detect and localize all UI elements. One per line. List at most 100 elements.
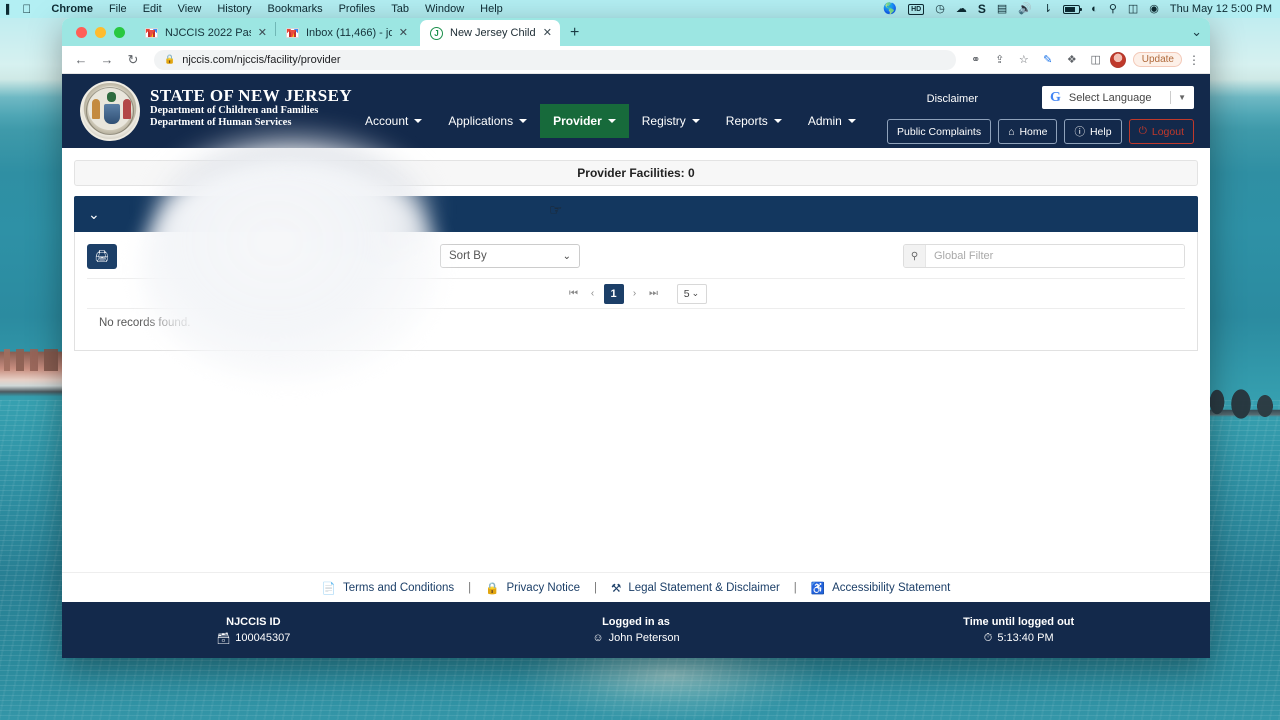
public-complaints-button[interactable]: Public Complaints [887,119,992,144]
nav-item-applications[interactable]: Applications [435,104,540,138]
njccis-icon [430,26,443,40]
bookmark-star-icon[interactable]: ☆ [1014,50,1034,70]
accessibility-statement-link[interactable]: ♿ Accessibility Statement [811,581,951,595]
page-size-select[interactable]: 5 ⌄ [676,283,707,304]
battery-icon[interactable] [1063,4,1083,14]
nav-item-registry[interactable]: Registry [629,104,713,138]
kebab-menu-icon[interactable]: ⋮ [1186,53,1202,67]
password-key-icon[interactable]: ⚭ [966,50,986,70]
side-panel-icon[interactable]: ◫ [1086,50,1106,70]
window-controls [70,27,135,46]
logged-in-title: Logged in as [602,616,670,628]
accessibility-icon: ♿ [810,582,826,595]
facilities-panel-header[interactable]: ⌄ [74,196,1198,232]
new-tab-button[interactable]: + [570,25,579,41]
reload-icon[interactable]: ↻ [122,49,144,71]
header-buttons: Public Complaints ⌂ Home ⓘ Help ⏻ Logout [887,119,1194,144]
globe-icon[interactable]: 🌎 [883,3,897,15]
address-bar-url: njccis.com/njccis/facility/provider [182,53,341,66]
menubar-item-edit[interactable]: Edit [135,3,170,15]
time-machine-icon[interactable]: ◷ [935,3,945,15]
extensions-puzzle-icon[interactable]: ❖ [1062,50,1082,70]
print-icon[interactable]: 🖨 [87,243,117,269]
browser-tabstrip: NJCCIS 2022 Password - emo ✕ Inbox (11,4… [62,18,1210,46]
pagination-next-button[interactable]: › [627,285,643,303]
home-button[interactable]: ⌂ Home [998,119,1058,144]
nav-item-account[interactable]: Account [352,104,435,138]
tabstrip-menu-icon[interactable]: ⌄ [1191,24,1210,46]
sort-by-select[interactable]: Sort By ⌄ [440,244,580,268]
menubar-item-bookmarks[interactable]: Bookmarks [260,3,331,15]
help-button[interactable]: ⓘ Help [1064,119,1122,144]
minimize-window-button[interactable] [95,27,106,38]
pagination-page-1[interactable]: 1 [603,283,624,304]
chevron-down-icon[interactable]: ▼ [1178,93,1186,102]
menubar-item-file[interactable]: File [101,3,135,15]
update-button[interactable]: Update [1132,52,1182,67]
pagination-prev-button[interactable]: ‹ [585,285,601,303]
mouse-cursor: ☞ [549,202,563,219]
search-icon[interactable]: ⚲ [1109,3,1117,15]
site-title-line1: STATE OF NEW JERSEY [150,86,353,105]
skype-icon[interactable]: S [978,3,986,15]
menubar-item-profiles[interactable]: Profiles [331,3,384,15]
timeout-title: Time until logged out [963,615,1075,628]
chevron-down-icon[interactable]: ⌄ [88,207,100,221]
pagination-first-button[interactable]: ⏮ [566,285,582,303]
browser-tab-3-title: New Jersey Child Care Informa [450,27,536,39]
menubar-item-view[interactable]: View [170,3,210,15]
browser-tab-2-title: Inbox (11,466) - john.peterson [306,27,392,39]
screen-sharing-icon[interactable]: ◫ [1128,3,1138,15]
nav-item-admin-label: Admin [807,114,842,128]
nav-item-reports[interactable]: Reports [713,104,795,138]
browser-tab-1[interactable]: NJCCIS 2022 Password - emo ✕ [135,20,275,46]
back-arrow-icon[interactable]: ← [70,49,92,71]
hd-icon[interactable]: HD [908,3,925,15]
table-empty-message: No records found. [99,316,191,329]
profile-avatar[interactable] [1109,51,1126,68]
language-caret-group: ▼ [1170,91,1186,104]
menubar-item-help[interactable]: Help [472,3,511,15]
facilities-table-card: 🖨 Sort By ⌄ ⚲ ⏮ ‹ 1 [74,232,1198,351]
close-tab-1-icon[interactable]: ✕ [258,27,267,39]
share-icon[interactable]: ⇪ [990,50,1010,70]
macos-menubar: ▌  Chrome File Edit View History Bookma… [0,0,1280,18]
global-filter[interactable]: ⚲ [903,244,1185,268]
control-center-icon[interactable]: ◉ [1149,3,1159,15]
nav-item-account-label: Account [365,114,409,128]
apple-icon[interactable]:  [22,3,31,15]
legal-statement-link[interactable]: ⚒ Legal Statement & Disclaimer [611,581,780,595]
global-filter-input[interactable] [926,245,1184,267]
logout-button[interactable]: ⏻ Logout [1128,119,1194,144]
address-bar[interactable]: 🔒 njccis.com/njccis/facility/provider [154,49,956,70]
terms-and-conditions-link[interactable]: 📄 Terms and Conditions [322,581,455,595]
bluetooth-icon[interactable]: ⇂ [1043,3,1052,15]
close-tab-2-icon[interactable]: ✕ [399,27,408,39]
chevron-down-icon [607,119,616,123]
pagination-last-button[interactable]: ⏭ [646,285,662,303]
sort-by-label: Sort By [449,250,487,262]
close-window-button[interactable] [76,27,87,38]
cloud-icon[interactable]: ☁ [956,3,967,15]
maximize-window-button[interactable] [114,27,125,38]
display-icon[interactable]: ▤ [997,3,1007,15]
browser-tab-2[interactable]: Inbox (11,466) - john.peterson ✕ [276,20,416,46]
menubar-item-chrome[interactable]: Chrome [43,3,101,15]
wifi-icon[interactable]: ◐ [1091,3,1098,15]
nav-item-provider[interactable]: Provider [540,104,629,138]
menubar-clock[interactable]: Thu May 12 5:00 PM [1170,3,1272,15]
gmail-icon [286,28,299,38]
logged-in-value-group: ☺ John Peterson [445,632,828,644]
close-tab-3-icon[interactable]: ✕ [543,27,552,39]
nav-item-reports-label: Reports [725,114,768,128]
menubar-item-history[interactable]: History [209,3,259,15]
control-center-left-icon[interactable]: ▌ [0,4,12,14]
privacy-notice-link[interactable]: 🔒 Privacy Notice [485,581,580,595]
menubar-item-window[interactable]: Window [417,3,472,15]
forward-arrow-icon[interactable]: → [96,49,118,71]
browser-tab-3[interactable]: New Jersey Child Care Informa ✕ [420,20,560,46]
volume-icon[interactable]: 🔊 [1018,3,1032,15]
menubar-item-tab[interactable]: Tab [383,3,417,15]
nav-item-admin[interactable]: Admin [795,104,869,138]
pen-highlighter-icon[interactable]: ✎ [1038,50,1058,70]
